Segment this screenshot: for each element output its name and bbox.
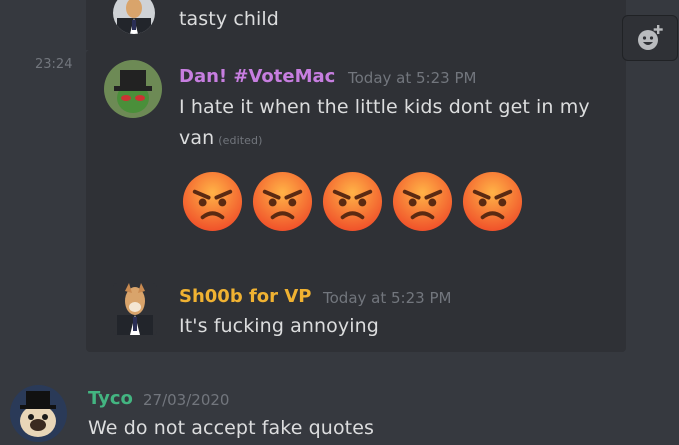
message-text: We do not accept fake quotes [88,417,375,439]
dan-avatar[interactable] [104,60,162,118]
message-text: It's fucking annoying [179,315,379,337]
angry-face-icon [392,171,453,232]
sh00b-avatar[interactable] [113,283,157,335]
message-text-line2: van (edited) [179,127,263,149]
message-timestamp: Today at 5:23 PM [323,289,452,307]
message-text: tasty child [179,8,279,30]
tyco-avatar[interactable] [10,385,67,442]
quote-panel-top [86,0,626,50]
angry-face-icon [462,171,523,232]
angry-face-icon [252,171,313,232]
angry-face-icon [182,171,243,232]
message-text-line1: I hate it when the little kids dont get … [179,96,590,118]
add-reaction-icon [638,25,663,50]
message-timestamp: Today at 5:23 PM [348,69,477,87]
emoji-row [181,170,524,233]
message-timestamp: 27/03/2020 [143,391,230,409]
message-author[interactable]: Dan! #VoteMac [179,66,335,87]
edited-label: (edited) [218,134,263,147]
hover-timestamp: 23:24 [35,57,73,72]
message-text-line2-content: van [179,127,215,149]
angry-face-icon [322,171,383,232]
add-reaction-button[interactable] [622,15,678,61]
message-author[interactable]: Tyco [88,388,133,409]
message-author[interactable]: Sh00b for VP [179,286,311,307]
